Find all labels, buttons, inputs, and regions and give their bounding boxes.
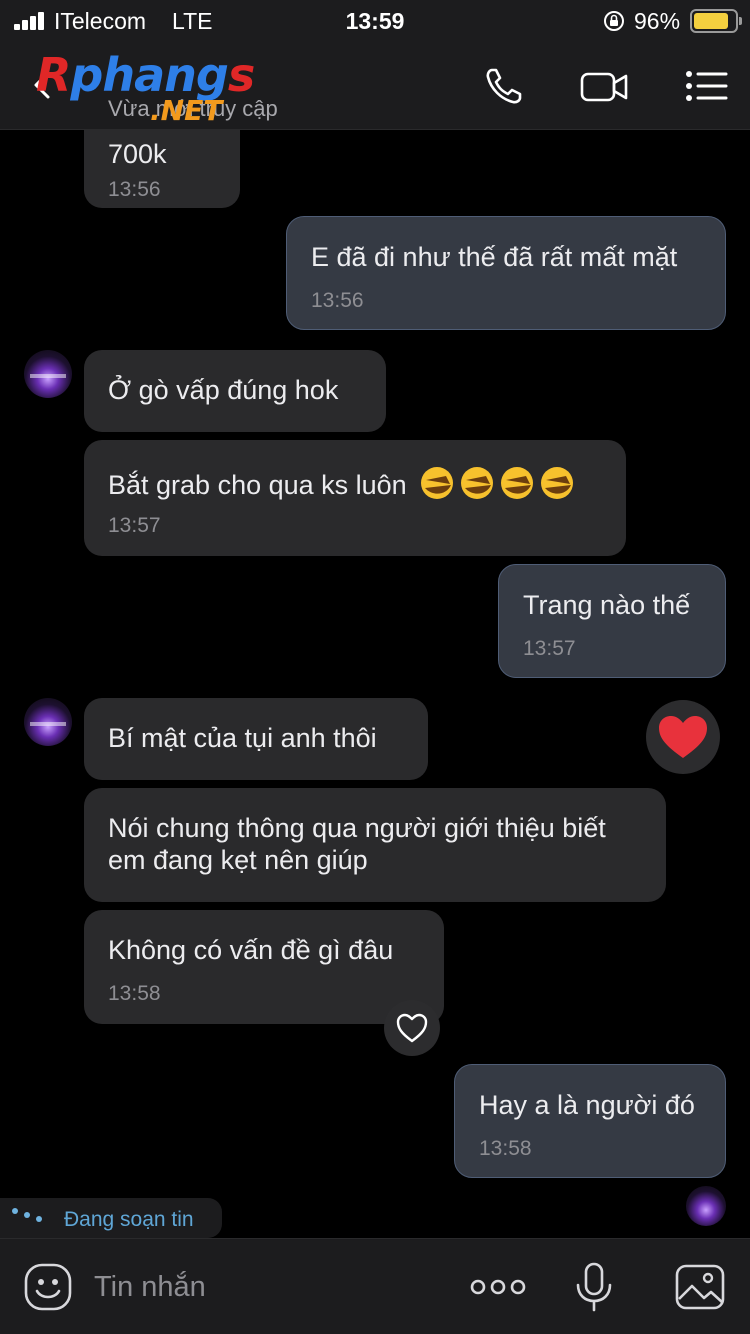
watermark-logo: Rphangs .NET: [36, 48, 255, 127]
message-text: Nói chung thông qua người giới thiệu biế…: [108, 813, 606, 843]
message-bubble[interactable]: Hay a là người đó 13:58: [454, 1064, 726, 1178]
message-bubble[interactable]: Ở gò vấp đúng hok: [84, 350, 386, 432]
microphone-icon[interactable]: [568, 1261, 620, 1313]
avatar[interactable]: [24, 350, 72, 398]
message-list[interactable]: 700k 13:56 E đã đi như thế đã rất mất mặ…: [0, 130, 750, 1238]
message-bubble[interactable]: 700k 13:56: [84, 130, 240, 208]
message-bubble[interactable]: E đã đi như thế đã rất mất mặt 13:56: [286, 216, 726, 330]
chat-header: Vừa mới truy cập Rphangs .NET: [0, 44, 750, 130]
image-icon[interactable]: [674, 1261, 726, 1313]
add-reaction-button[interactable]: [384, 1000, 440, 1056]
message-text: Trang nào thế: [523, 590, 691, 620]
message-time: 13:57: [108, 514, 161, 537]
avatar[interactable]: [24, 698, 72, 746]
message-text: Hay a là người đó: [479, 1090, 695, 1120]
laughing-emoji-icon: [421, 467, 454, 499]
rotation-lock-icon: [604, 11, 624, 31]
typing-label: Đang soạn tin: [64, 1208, 194, 1231]
message-text: Bí mật của tụi anh thôi: [108, 723, 377, 753]
laughing-emoji-icon: [461, 467, 494, 499]
message-text: 700k: [108, 139, 167, 169]
sticker-icon[interactable]: [22, 1261, 74, 1313]
message-input[interactable]: Tin nhắn: [94, 1271, 206, 1304]
message-time: 13:56: [108, 178, 161, 201]
seen-avatar: [686, 1186, 726, 1226]
message-text: Bắt grab cho qua ks luôn: [108, 466, 574, 501]
battery-icon: [690, 9, 742, 33]
message-text: E đã đi như thế đã rất mất mặt: [311, 242, 678, 272]
laughing-emoji-icon: [501, 467, 534, 499]
message-composer: Tin nhắn: [0, 1238, 750, 1334]
message-bubble[interactable]: Bắt grab cho qua ks luôn 13:57: [84, 440, 626, 556]
laughing-emoji-icon: [541, 467, 574, 499]
typing-dots-icon: [10, 1206, 46, 1226]
menu-icon[interactable]: [684, 64, 730, 108]
message-bubble[interactable]: Nói chung thông qua người giới thiệu biế…: [84, 788, 666, 902]
message-bubble[interactable]: Bí mật của tụi anh thôi: [84, 698, 428, 780]
phone-icon[interactable]: [482, 64, 528, 108]
message-text: em đang kẹt nên giúp: [108, 845, 368, 875]
heart-reaction-button[interactable]: [646, 700, 720, 774]
message-text: Ở gò vấp đúng hok: [108, 375, 339, 405]
message-time: 13:56: [311, 289, 364, 312]
message-bubble[interactable]: Trang nào thế 13:57: [498, 564, 726, 678]
video-camera-icon[interactable]: [578, 64, 632, 108]
status-bar: ITelecom LTE 13:59 96%: [0, 0, 750, 44]
more-icon[interactable]: [470, 1261, 526, 1313]
message-time: 13:58: [479, 1137, 532, 1160]
typing-indicator: Đang soạn tin: [0, 1198, 222, 1238]
message-time: 13:58: [108, 982, 161, 1005]
heart-outline-icon: [396, 1013, 428, 1043]
message-time: 13:57: [523, 637, 576, 660]
heart-icon: [659, 716, 707, 758]
message-text: Không có vấn đề gì đâu: [108, 935, 394, 965]
battery-percent: 96%: [634, 8, 681, 34]
